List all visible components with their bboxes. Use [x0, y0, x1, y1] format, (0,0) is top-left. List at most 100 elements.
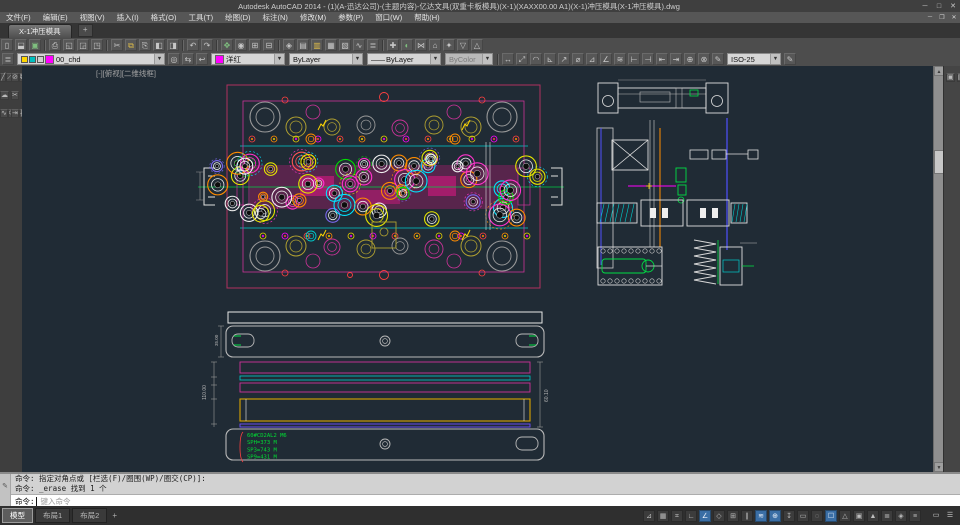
- plot-preview-icon[interactable]: ◱: [63, 39, 75, 51]
- new-icon[interactable]: ▯: [1, 39, 13, 51]
- markup-set-manager-icon[interactable]: ▧: [339, 39, 351, 51]
- file-tab-active[interactable]: X-1冲压模具: [8, 24, 72, 38]
- tray-menu-icon[interactable]: ☰: [944, 510, 956, 522]
- revision-cloud-icon[interactable]: ☁: [0, 91, 9, 100]
- transparency-icon[interactable]: ▭: [797, 510, 809, 522]
- refresh-icon[interactable]: ▽: [457, 39, 469, 51]
- vertical-scrollbar[interactable]: ▲ ▼: [933, 66, 943, 472]
- erase-icon[interactable]: ⊘: [11, 73, 19, 82]
- paste-icon[interactable]: ⎘: [139, 39, 151, 51]
- publish-icon[interactable]: ◲: [77, 39, 89, 51]
- dim-aligned-icon[interactable]: ⤢: [516, 53, 528, 65]
- polar-tracking-icon[interactable]: ∠: [699, 510, 711, 522]
- menu-item-9[interactable]: 参数(P): [332, 12, 369, 23]
- 3d-object-snap-icon[interactable]: ⊞: [727, 510, 739, 522]
- menu-item-11[interactable]: 帮助(H): [408, 12, 445, 23]
- save-icon[interactable]: ▣: [29, 39, 41, 51]
- object-snap-tracking-icon[interactable]: ∥: [741, 510, 753, 522]
- trim-icon[interactable]: ✂: [11, 91, 19, 100]
- tolerance-icon[interactable]: ⊕: [684, 53, 696, 65]
- snap-mode-icon[interactable]: ▦: [657, 510, 669, 522]
- doc-minimize-icon[interactable]: ─: [924, 14, 936, 21]
- selection-cycling-icon[interactable]: ☐: [825, 510, 837, 522]
- chevron-down-icon[interactable]: ▼: [274, 54, 284, 64]
- menu-item-3[interactable]: 插入(I): [111, 12, 145, 23]
- match-properties-icon[interactable]: ◧: [153, 39, 165, 51]
- make-object-layer-current-icon[interactable]: ◎: [168, 53, 180, 65]
- tab-layout1[interactable]: 布局1: [35, 508, 70, 523]
- model-paper-icon[interactable]: ▣: [853, 510, 865, 522]
- dim-update-icon[interactable]: ✎: [712, 53, 724, 65]
- layer-previous-icon[interactable]: ↩: [196, 53, 208, 65]
- clean-screen-icon[interactable]: ≡: [909, 510, 921, 522]
- menu-item-1[interactable]: 编辑(E): [37, 12, 74, 23]
- draworder-bottom-icon[interactable]: ▤: [957, 73, 960, 82]
- dim-jogged-icon[interactable]: ⌀: [572, 53, 584, 65]
- command-customize-icon[interactable]: ✎: [0, 474, 11, 508]
- dim-baseline-icon[interactable]: ⊢: [628, 53, 640, 65]
- new-layout-button[interactable]: +: [107, 511, 122, 520]
- redo-icon[interactable]: ↷: [201, 39, 213, 51]
- layer-match-icon[interactable]: ⇆: [182, 53, 194, 65]
- spline-icon[interactable]: ∿: [0, 109, 8, 118]
- workspace-switching-icon[interactable]: ≣: [881, 510, 893, 522]
- undo-icon[interactable]: ↶: [187, 39, 199, 51]
- annotation-monitor-icon[interactable]: △: [839, 510, 851, 522]
- layer-walk-icon[interactable]: ⋈: [415, 39, 427, 51]
- plot-icon[interactable]: ⎙: [49, 39, 61, 51]
- close-icon[interactable]: ✕: [946, 2, 960, 10]
- dim-style-manager-icon[interactable]: ✎: [784, 53, 796, 65]
- design-center-icon[interactable]: ▤: [297, 39, 309, 51]
- copy-clip-icon[interactable]: ⧉: [125, 39, 137, 51]
- properties-icon[interactable]: ◈: [283, 39, 295, 51]
- toolbar-lock-icon[interactable]: ◈: [895, 510, 907, 522]
- new-tab-button[interactable]: +: [78, 24, 93, 37]
- menu-item-6[interactable]: 绘图(D): [219, 12, 256, 23]
- linetype-dropdown[interactable]: ByLayer ▼: [289, 53, 363, 65]
- dim-break-icon[interactable]: ⇥: [670, 53, 682, 65]
- quick-properties-icon[interactable]: ◌: [811, 510, 823, 522]
- drawing-canvas[interactable]: 60#CD2AL2 M6SPH=373 MSP3=743 MSP9=431 M3…: [22, 66, 933, 472]
- dim-continue-icon[interactable]: ⊣: [642, 53, 654, 65]
- zoom-previous-icon[interactable]: ⊟: [263, 39, 275, 51]
- dim-space-icon[interactable]: ⇤: [656, 53, 668, 65]
- viewport-controls[interactable]: [-][俯视][二维线框]: [96, 68, 156, 79]
- chevron-down-icon[interactable]: ▼: [770, 54, 780, 64]
- dim-radius-icon[interactable]: ↗: [558, 53, 570, 65]
- doc-restore-icon[interactable]: ❐: [936, 14, 948, 21]
- open-icon[interactable]: ⬓: [15, 39, 27, 51]
- dim-arc-length-icon[interactable]: ◠: [530, 53, 542, 65]
- menu-item-0[interactable]: 文件(F): [0, 12, 37, 23]
- zoom-window-icon[interactable]: ⊞: [249, 39, 261, 51]
- dim-diameter-icon[interactable]: ⊿: [586, 53, 598, 65]
- dynamic-ucs-icon[interactable]: ≋: [755, 510, 767, 522]
- layer-dropdown[interactable]: 00_chd ▼: [17, 53, 165, 65]
- quick-calc-icon[interactable]: ∿: [353, 39, 365, 51]
- help-icon[interactable]: ≣: [367, 39, 379, 51]
- infer-constraints-icon[interactable]: ⊿: [643, 510, 655, 522]
- menu-item-8[interactable]: 修改(M): [294, 12, 332, 23]
- center-mark-icon[interactable]: ⊗: [698, 53, 710, 65]
- pan-icon[interactable]: ✥: [221, 39, 233, 51]
- draworder-top-icon[interactable]: ▣: [946, 73, 955, 82]
- dim-ordinate-icon[interactable]: ⊾: [544, 53, 556, 65]
- ortho-mode-icon[interactable]: ∟: [685, 510, 697, 522]
- tool-palettes-icon[interactable]: ▥: [311, 39, 323, 51]
- dynamic-input-icon[interactable]: ⊕: [769, 510, 781, 522]
- zoom-realtime-icon[interactable]: ◉: [235, 39, 247, 51]
- units-icon[interactable]: ◐: [401, 39, 413, 51]
- chevron-down-icon[interactable]: ▼: [154, 54, 164, 64]
- object-snap-icon[interactable]: ◇: [713, 510, 725, 522]
- export-dwf-icon[interactable]: ◳: [91, 39, 103, 51]
- lineweight-dropdown[interactable]: —— ByLayer ▼: [367, 53, 441, 65]
- clean-screen-icon[interactable]: ▭: [930, 510, 942, 522]
- quick-dimension-icon[interactable]: ≋: [614, 53, 626, 65]
- menu-item-4[interactable]: 格式(O): [145, 12, 183, 23]
- view-back-icon[interactable]: ⌂: [429, 39, 441, 51]
- dim-linear-icon[interactable]: ↔: [502, 53, 514, 65]
- color-dropdown[interactable]: 洋红 ▼: [211, 53, 285, 65]
- sheet-set-manager-icon[interactable]: ▦: [325, 39, 337, 51]
- block-editor-icon[interactable]: ◨: [167, 39, 179, 51]
- tab-layout2[interactable]: 布局2: [72, 508, 107, 523]
- view-forward-icon[interactable]: ✦: [443, 39, 455, 51]
